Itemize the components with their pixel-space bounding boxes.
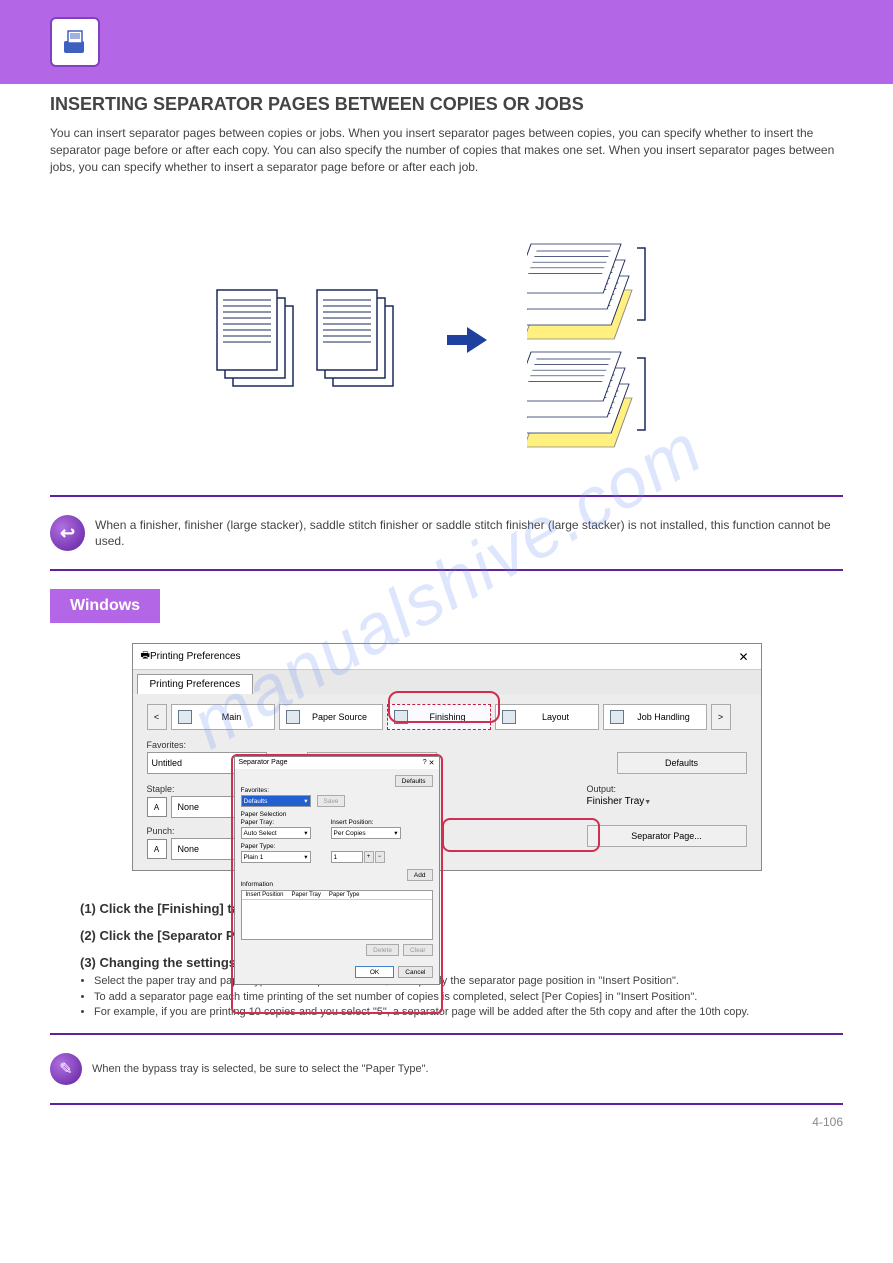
step-3-list: Select the paper tray and paper type fro… <box>94 974 813 1020</box>
tab-finishing[interactable]: Finishing <box>387 704 491 730</box>
back-note: When a finisher, finisher (large stacker… <box>95 517 843 551</box>
popup-clear-button[interactable]: Clear <box>403 944 433 956</box>
home-icon <box>178 710 192 724</box>
popup-close-icon[interactable]: ✕ <box>429 759 435 767</box>
job-icon <box>610 710 624 724</box>
section-title: INSERTING SEPARATOR PAGES BETWEEN COPIES… <box>50 94 843 115</box>
tabs-next-button[interactable]: > <box>711 704 731 730</box>
popup-insert-position-select[interactable]: Per Copies▾ <box>331 827 401 839</box>
tab-main[interactable]: Main <box>171 704 275 730</box>
step-3-title: (3) Changing the settings <box>80 955 813 970</box>
page-header <box>0 0 893 84</box>
illustration <box>50 195 843 485</box>
printer-icon: 🖶 <box>141 648 150 665</box>
output-select[interactable]: Finisher Tray▼ <box>587 796 707 807</box>
dialog-screenshot: 🖶 Printing Preferences ✕ Printing Prefer… <box>132 643 762 871</box>
step-1-title: (1) Click the [Finishing] tab. <box>80 901 813 916</box>
staple-icon: A <box>147 797 167 817</box>
finishing-icon <box>394 710 408 724</box>
popup-paper-tray-select[interactable]: Auto Select▾ <box>241 827 311 839</box>
intro-text: You can insert separator pages between c… <box>50 125 843 175</box>
window-titlebar: 🖶 Printing Preferences ✕ <box>133 644 761 670</box>
popup-delete-button[interactable]: Delete <box>366 944 399 956</box>
popup-qty-up[interactable]: + <box>364 851 374 863</box>
printer-section-icon <box>50 17 100 67</box>
tabs-prev-button[interactable]: < <box>147 704 167 730</box>
note-text: When the bypass tray is selected, be sur… <box>92 1063 429 1075</box>
page-number: 4-106 <box>50 1115 843 1129</box>
tray-icon <box>286 710 300 724</box>
popup-favorites-select[interactable]: Defaults▾ <box>241 795 311 807</box>
tab-printing-preferences[interactable]: Printing Preferences <box>137 674 254 694</box>
layout-icon <box>502 710 516 724</box>
note-icon <box>50 1053 82 1085</box>
popup-paper-type-select[interactable]: Plain 1▾ <box>241 851 311 863</box>
output-label: Output: <box>587 784 747 794</box>
close-icon[interactable]: ✕ <box>734 650 752 664</box>
popup-help-icon[interactable]: ? <box>423 759 427 767</box>
popup-qty-down[interactable]: − <box>375 851 385 863</box>
popup-info-list: Insert PositionPaper TrayPaper Type <box>241 890 433 940</box>
popup-add-button[interactable]: Add <box>407 869 433 881</box>
punch-icon: A <box>147 839 167 859</box>
tab-job-handling[interactable]: Job Handling <box>603 704 707 730</box>
favorites-label: Favorites: <box>147 740 747 750</box>
popup-qty-input[interactable]: 1 <box>331 851 363 863</box>
os-badge: Windows <box>50 589 160 623</box>
separator-page-popup: Separator Page? ✕ Defaults Favorites: De… <box>234 756 440 985</box>
tab-layout[interactable]: Layout <box>495 704 599 730</box>
defaults-button[interactable]: Defaults <box>617 752 747 774</box>
step-2-title: (2) Click the [Separator Page] button. <box>80 928 813 943</box>
back-icon <box>50 515 85 551</box>
popup-save-button[interactable]: Save <box>317 795 346 807</box>
popup-ok-button[interactable]: OK <box>355 966 394 978</box>
popup-defaults-button[interactable]: Defaults <box>395 775 433 787</box>
popup-cancel-button[interactable]: Cancel <box>398 966 432 978</box>
tab-paper-source[interactable]: Paper Source <box>279 704 383 730</box>
separator-page-button[interactable]: Separator Page... <box>587 825 747 847</box>
